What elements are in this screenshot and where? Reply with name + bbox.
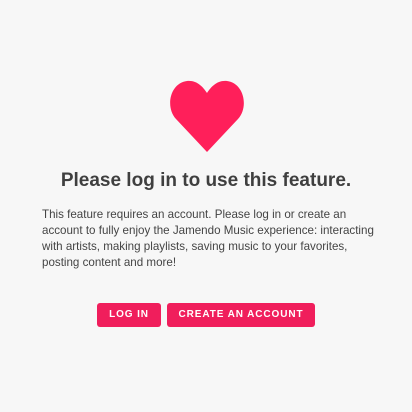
- login-button[interactable]: LOG IN: [97, 303, 161, 327]
- create-account-button[interactable]: CREATE AN ACCOUNT: [167, 303, 315, 327]
- heart-icon: [169, 80, 245, 152]
- action-buttons: LOG IN CREATE AN ACCOUNT: [0, 303, 412, 327]
- feature-description: This feature requires an account. Please…: [42, 208, 374, 269]
- page-title: Please log in to use this feature.: [60, 170, 352, 191]
